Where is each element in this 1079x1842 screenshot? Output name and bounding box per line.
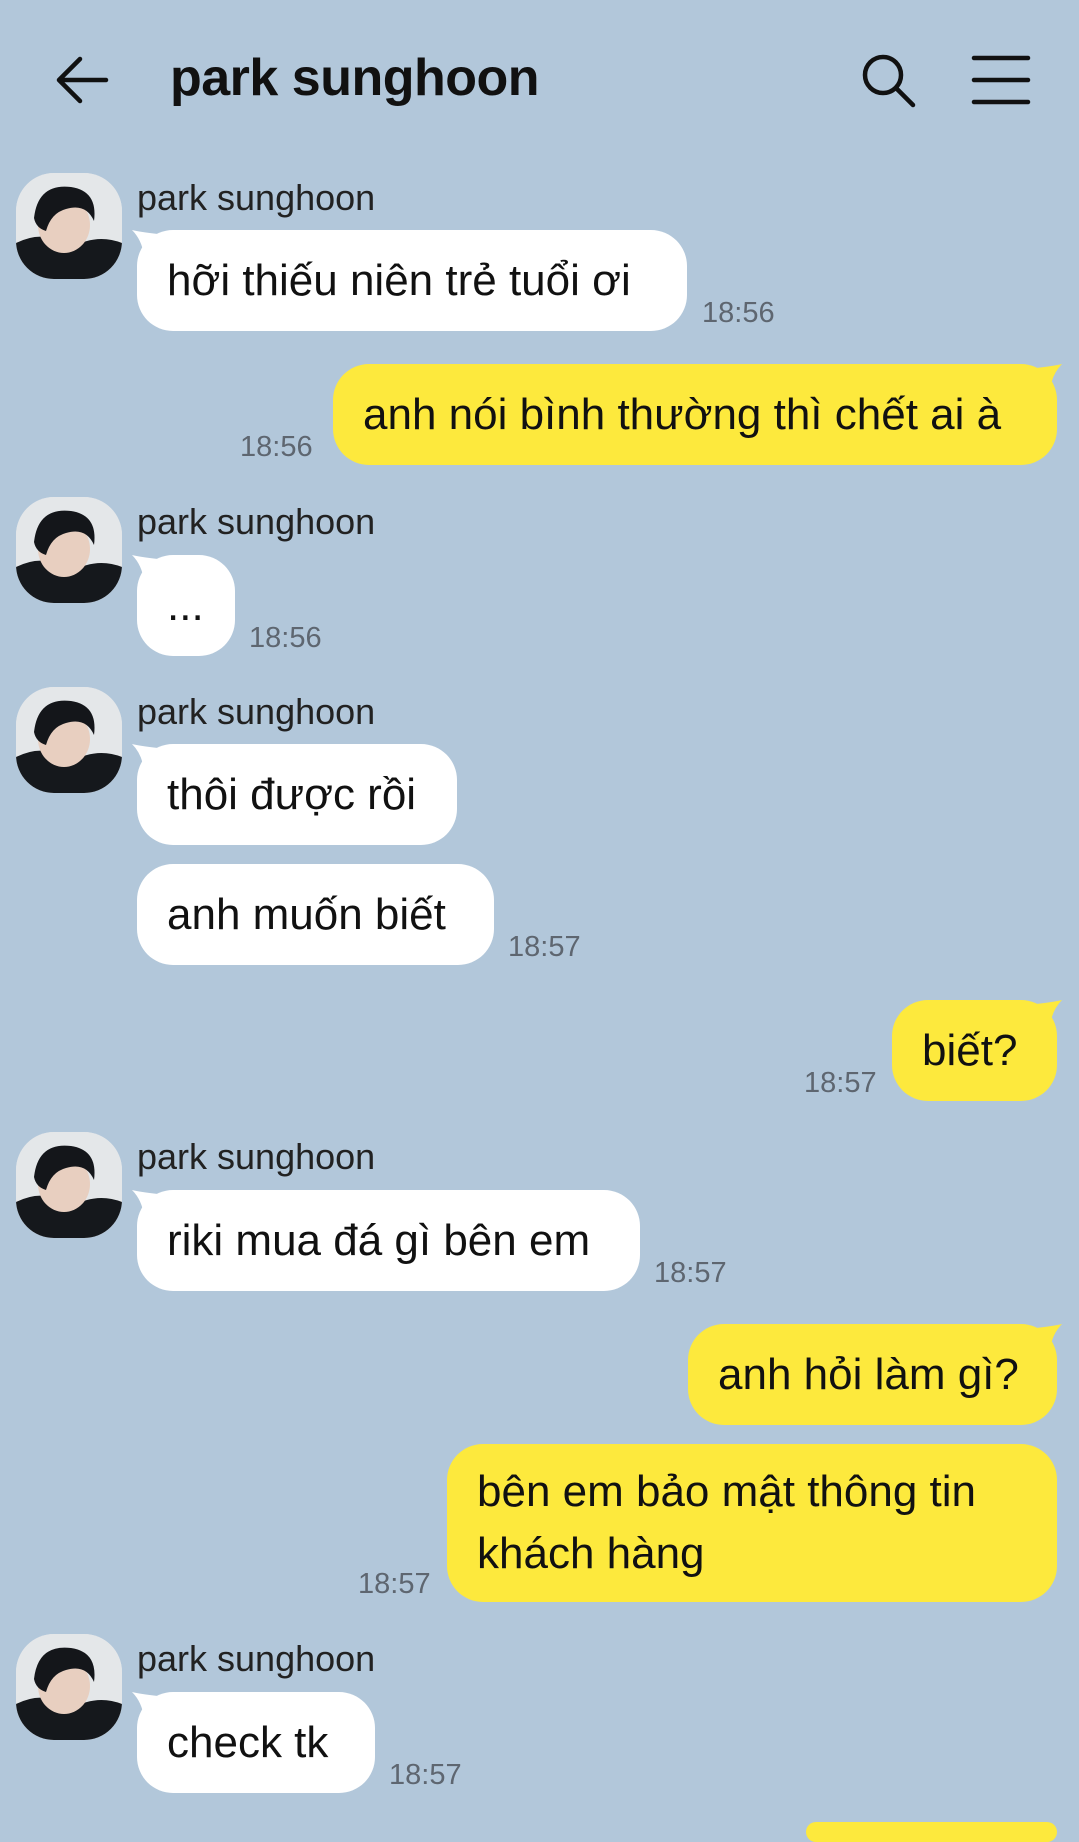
sender-name: park sunghoon [137, 1638, 376, 1679]
message-bubble-outgoing[interactable]: anh hỏi làm gì? [688, 1324, 1057, 1425]
bubble-tail [1036, 1324, 1062, 1350]
avatar[interactable] [16, 1634, 122, 1740]
message-timestamp: 18:56 [240, 431, 313, 463]
message-timestamp: 18:57 [654, 1257, 727, 1289]
message-bubble-outgoing-partial[interactable] [806, 1822, 1057, 1842]
avatar[interactable] [16, 1132, 122, 1238]
avatar[interactable] [16, 173, 122, 279]
bubble-tail [1036, 1000, 1062, 1026]
message-timestamp: 18:56 [249, 622, 322, 654]
avatar[interactable] [16, 687, 122, 793]
message-bubble-outgoing[interactable]: anh nói bình thường thì chết ai à [333, 364, 1057, 465]
search-button[interactable] [858, 50, 918, 110]
sender-name: park sunghoon [137, 1136, 376, 1177]
hamburger-menu-icon [971, 55, 1031, 105]
message-timestamp: 18:57 [508, 931, 581, 963]
message-bubble-outgoing[interactable]: bên em bảo mật thông tin khách hàng [447, 1444, 1057, 1602]
message-timestamp: 18:57 [389, 1759, 462, 1791]
message-timestamp: 18:57 [358, 1568, 431, 1600]
avatar[interactable] [16, 497, 122, 603]
message-bubble-incoming[interactable]: thôi được rồi [137, 744, 457, 845]
message-bubble-incoming[interactable]: ... [137, 555, 235, 656]
message-bubble-incoming[interactable]: anh muốn biết [137, 864, 494, 965]
arrow-left-icon [56, 56, 109, 104]
sender-name: park sunghoon [137, 501, 376, 542]
message-timestamp: 18:57 [804, 1067, 877, 1099]
chat-title: park sunghoon [170, 49, 540, 107]
menu-button[interactable] [970, 52, 1032, 108]
message-bubble-incoming[interactable]: hỡi thiếu niên trẻ tuổi ơi [137, 230, 687, 331]
message-timestamp: 18:56 [702, 297, 775, 329]
back-button[interactable] [52, 50, 112, 110]
message-bubble-outgoing[interactable]: biết? [892, 1000, 1057, 1101]
message-bubble-incoming[interactable]: riki mua đá gì bên em [137, 1190, 640, 1291]
chat-header: park sunghoon [0, 0, 1079, 160]
search-icon [862, 54, 916, 108]
message-bubble-incoming[interactable]: check tk [137, 1692, 375, 1793]
sender-name: park sunghoon [137, 691, 376, 732]
sender-name: park sunghoon [137, 177, 376, 218]
bubble-tail [1036, 364, 1062, 390]
